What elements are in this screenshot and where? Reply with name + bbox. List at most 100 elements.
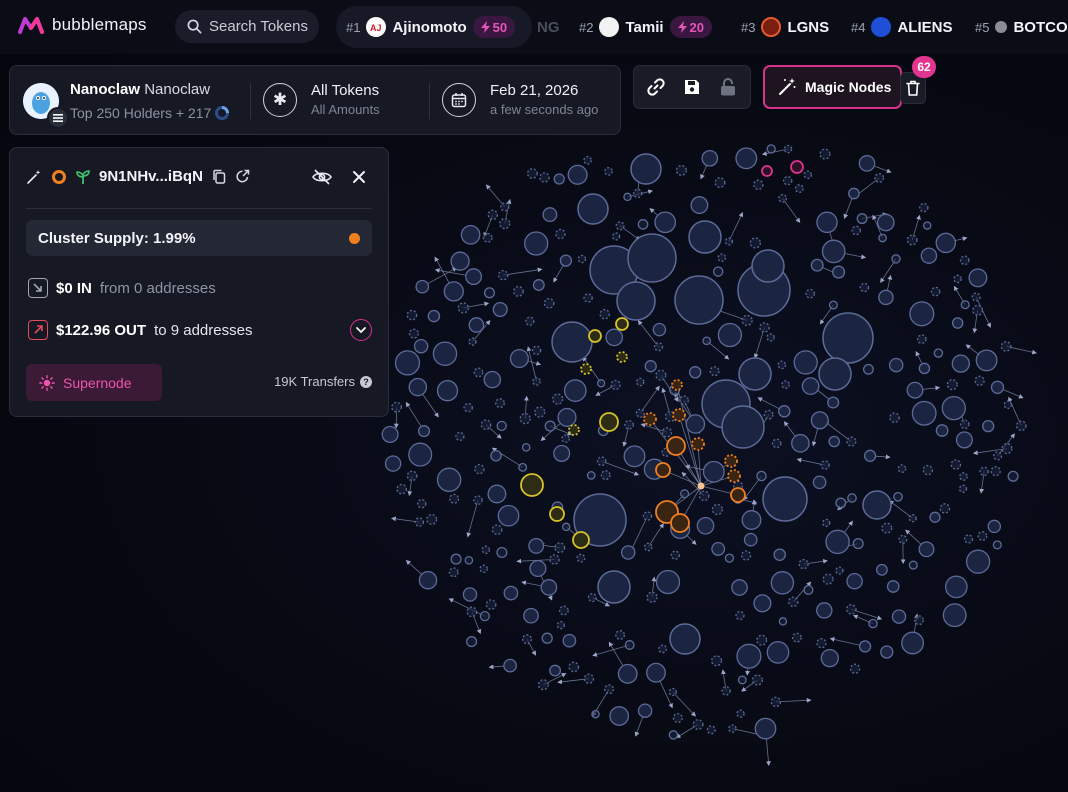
- holder-bubble[interactable]: [644, 360, 657, 373]
- holder-bubble[interactable]: [549, 664, 562, 677]
- copy-icon[interactable]: [212, 169, 226, 184]
- holder-bubble[interactable]: [635, 408, 645, 418]
- holder-bubble[interactable]: [381, 425, 399, 443]
- holder-bubble[interactable]: [721, 686, 731, 696]
- holder-bubble[interactable]: [500, 202, 510, 212]
- cluster-bubble-orange[interactable]: [724, 454, 738, 468]
- holder-bubble[interactable]: [586, 471, 596, 480]
- holder-bubble[interactable]: [655, 569, 681, 595]
- holder-bubble[interactable]: [468, 317, 485, 333]
- brand-logo[interactable]: bubblemaps: [18, 14, 147, 36]
- holder-bubble[interactable]: [624, 419, 634, 430]
- holder-bubble[interactable]: [751, 249, 785, 283]
- holder-bubble[interactable]: [974, 375, 985, 386]
- holder-bubble[interactable]: [462, 587, 478, 602]
- holder-bubble[interactable]: [540, 579, 558, 596]
- holder-bubble[interactable]: [847, 493, 857, 503]
- holder-bubble[interactable]: [466, 606, 478, 618]
- holder-bubble[interactable]: [990, 465, 1001, 477]
- holder-bubble[interactable]: [567, 164, 588, 185]
- holder-bubble[interactable]: [706, 725, 716, 735]
- holder-bubble[interactable]: [918, 362, 931, 375]
- cluster-bubble-yellow[interactable]: [568, 424, 580, 436]
- holder-bubble[interactable]: [450, 251, 470, 271]
- holder-bubble[interactable]: [922, 221, 932, 230]
- holder-bubble[interactable]: [497, 504, 520, 527]
- holder-bubble[interactable]: [878, 289, 894, 306]
- holder-bubble[interactable]: [643, 542, 653, 552]
- holder-bubble[interactable]: [487, 209, 499, 221]
- holder-bubble[interactable]: [901, 631, 925, 655]
- holder-bubble[interactable]: [543, 297, 555, 309]
- close-icon[interactable]: [352, 170, 366, 184]
- holder-bubble[interactable]: [778, 405, 791, 418]
- holder-bubble[interactable]: [914, 615, 924, 626]
- holder-bubble[interactable]: [417, 425, 431, 438]
- holder-bubble[interactable]: [503, 585, 519, 601]
- holder-bubble[interactable]: [576, 553, 586, 563]
- cluster-address[interactable]: 9N1NHv...iBqN: [99, 168, 203, 185]
- holder-bubble[interactable]: [874, 172, 885, 183]
- holder-bubble[interactable]: [620, 545, 636, 560]
- holder-bubble[interactable]: [759, 322, 770, 333]
- holder-bubble[interactable]: [782, 175, 793, 186]
- holder-bubble[interactable]: [979, 466, 989, 477]
- holder-bubble[interactable]: [406, 309, 418, 321]
- calendar-icon[interactable]: [442, 83, 476, 117]
- holder-bubble[interactable]: [688, 366, 702, 379]
- cluster-bubble-orange[interactable]: [670, 513, 690, 533]
- cluster-bubble-orange[interactable]: [727, 469, 741, 483]
- holder-bubble[interactable]: [963, 534, 974, 544]
- holder-bubble[interactable]: [457, 302, 469, 314]
- holder-bubble[interactable]: [436, 380, 459, 402]
- holder-bubble[interactable]: [658, 644, 668, 654]
- holder-bubble[interactable]: [615, 630, 626, 640]
- holder-bubble[interactable]: [668, 730, 679, 740]
- holder-bubble[interactable]: [856, 213, 868, 225]
- lock-icon[interactable]: [714, 73, 742, 101]
- cluster-bubble-orange[interactable]: [643, 412, 657, 426]
- holder-bubble[interactable]: [495, 398, 505, 409]
- holder-bubble[interactable]: [597, 570, 631, 604]
- holder-bubble[interactable]: [646, 591, 658, 603]
- holder-bubble[interactable]: [975, 349, 998, 372]
- holder-bubble[interactable]: [778, 193, 788, 203]
- holder-bubble[interactable]: [432, 341, 458, 366]
- holder-bubble[interactable]: [908, 514, 917, 523]
- holder-bubble[interactable]: [698, 490, 710, 502]
- holder-bubble[interactable]: [558, 605, 569, 616]
- holder-bubble[interactable]: [736, 709, 745, 718]
- holder-bubble[interactable]: [482, 232, 493, 243]
- holder-bubble[interactable]: [623, 445, 646, 468]
- holder-bubble[interactable]: [503, 658, 517, 673]
- holder-bubble[interactable]: [756, 634, 768, 646]
- holder-bubble[interactable]: [862, 490, 892, 520]
- holder-bubble[interactable]: [688, 220, 722, 254]
- holder-bubble[interactable]: [635, 377, 645, 387]
- holder-bubble[interactable]: [773, 548, 786, 561]
- holder-bubble[interactable]: [906, 381, 924, 399]
- holder-bubble[interactable]: [561, 434, 570, 444]
- holder-bubble[interactable]: [820, 460, 830, 470]
- trending-item-3[interactable]: #3 LGNS: [741, 6, 829, 48]
- holder-bubble[interactable]: [600, 470, 611, 481]
- holder-bubble[interactable]: [408, 377, 428, 397]
- holder-bubble[interactable]: [992, 540, 1002, 550]
- holder-bubble[interactable]: [455, 431, 465, 442]
- holder-bubble[interactable]: [810, 258, 824, 272]
- holder-bubble[interactable]: [427, 309, 441, 323]
- holder-bubble[interactable]: [479, 564, 488, 574]
- holder-bubble[interactable]: [878, 233, 887, 243]
- holder-bubble[interactable]: [770, 571, 795, 595]
- holder-bubble[interactable]: [496, 546, 508, 559]
- holder-bubble[interactable]: [828, 435, 840, 448]
- holder-bubble[interactable]: [816, 211, 838, 234]
- holder-bubble[interactable]: [702, 336, 712, 346]
- holder-bubble[interactable]: [743, 532, 758, 547]
- holder-bubble[interactable]: [960, 300, 970, 310]
- holder-bubble[interactable]: [798, 558, 809, 570]
- holder-bubble[interactable]: [490, 449, 502, 462]
- holder-bubble[interactable]: [1001, 443, 1013, 455]
- holder-bubble[interactable]: [436, 467, 462, 493]
- holder-bubble[interactable]: [605, 328, 624, 347]
